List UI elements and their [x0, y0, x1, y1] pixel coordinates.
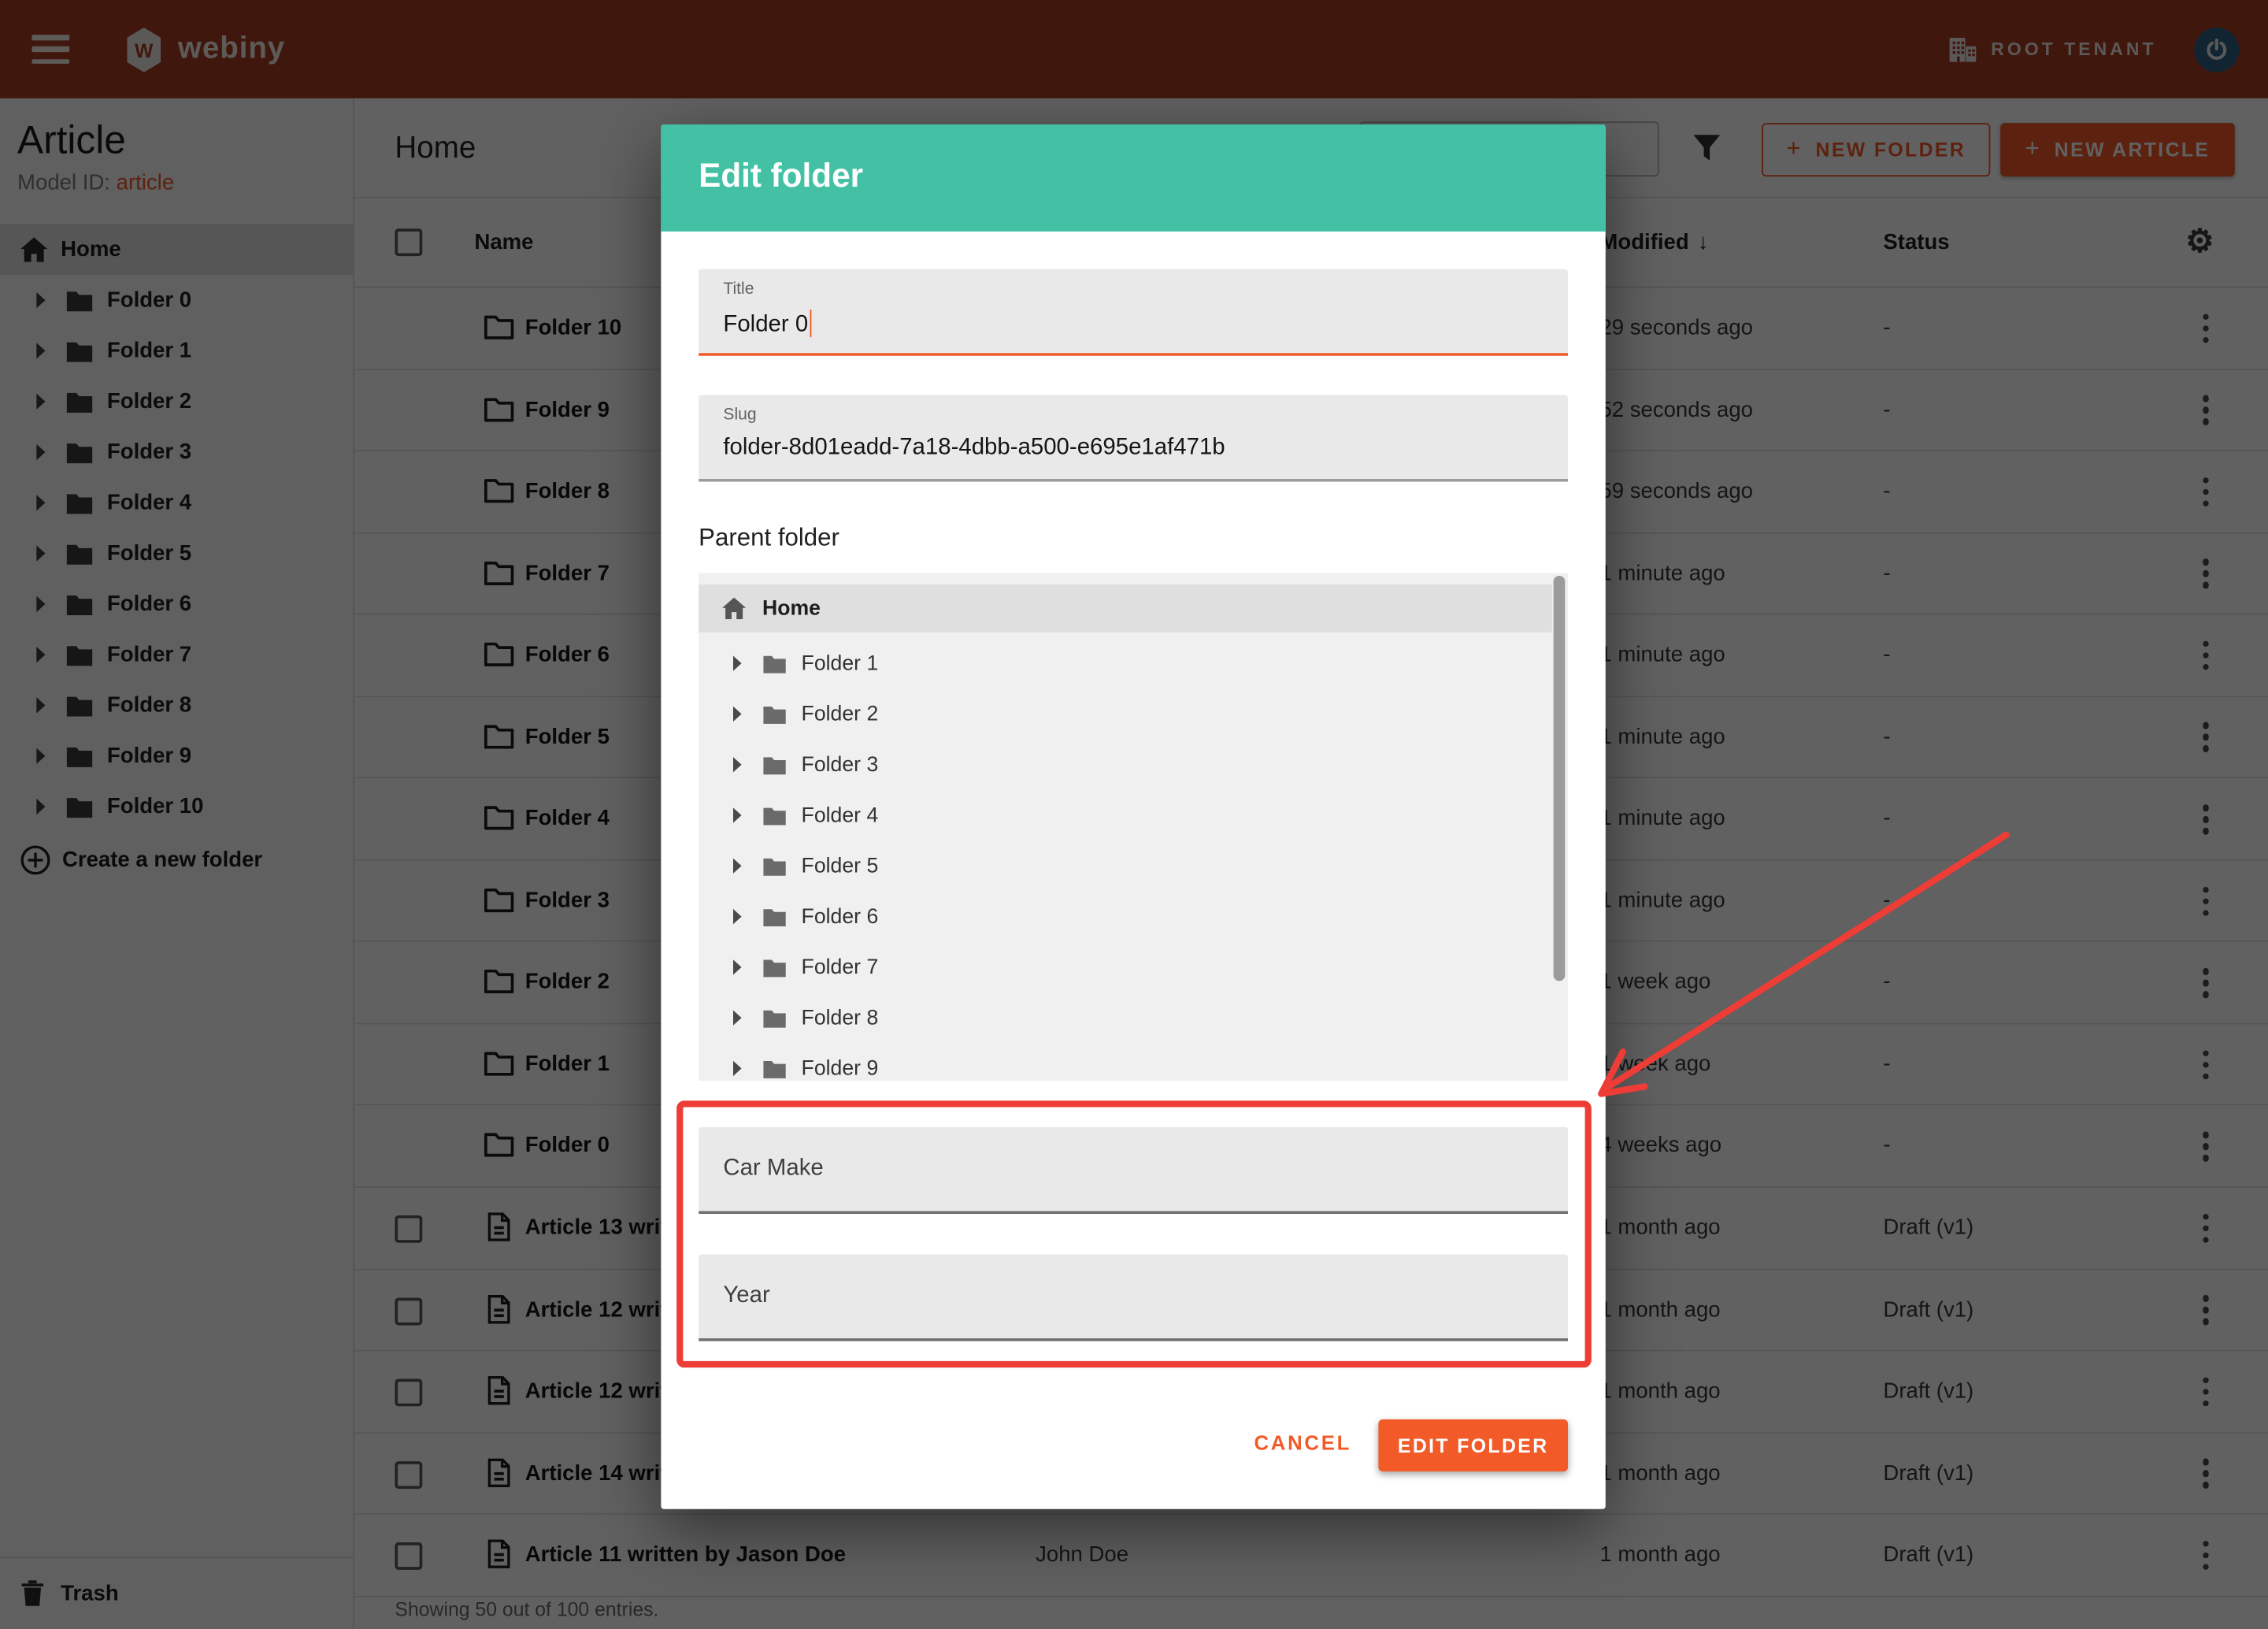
text-cursor — [810, 310, 812, 337]
tree-folder-label: Folder 3 — [802, 753, 879, 776]
folder-icon — [762, 1059, 787, 1079]
tree-item-folder[interactable]: Folder 3 — [699, 740, 1552, 790]
tree-item-folder[interactable]: Folder 2 — [699, 688, 1552, 739]
tree-folder-label: Folder 1 — [802, 651, 879, 674]
tree-folder-label: Folder 7 — [802, 956, 879, 978]
caret-right-icon — [732, 706, 742, 722]
dialog-header: Edit folder — [661, 124, 1605, 232]
tree-folder-label: Folder 4 — [802, 803, 879, 826]
caret-right-icon — [732, 807, 742, 823]
edit-folder-dialog: Edit folder Title Folder 0 Slug folder-8… — [661, 124, 1605, 1509]
folder-icon — [762, 1007, 787, 1028]
title-field-value: Folder 0 — [723, 310, 811, 339]
year-field[interactable]: Year — [699, 1254, 1568, 1341]
folder-icon — [762, 653, 787, 673]
parent-folder-label: Parent folder — [699, 524, 839, 553]
tree-item-folder[interactable]: Folder 1 — [699, 638, 1552, 688]
tree-folder-label: Folder 8 — [802, 1006, 879, 1029]
folder-icon — [762, 855, 787, 876]
caret-right-icon — [732, 1060, 742, 1076]
caret-right-icon — [732, 1010, 742, 1026]
car-make-field-label: Car Make — [723, 1127, 823, 1212]
title-field-label: Title — [723, 280, 754, 298]
caret-right-icon — [732, 655, 742, 671]
home-icon — [722, 598, 747, 620]
caret-right-icon — [732, 908, 742, 924]
parent-folder-tree: Home Folder 1Folder 2Folder 3Folder 4Fol… — [699, 573, 1568, 1081]
tree-folder-label: Folder 6 — [802, 905, 879, 928]
tree-folder-label: Folder 2 — [802, 703, 879, 725]
folder-icon — [762, 957, 787, 978]
dialog-title: Edit folder — [699, 156, 863, 195]
caret-right-icon — [732, 959, 742, 975]
slug-field-value: folder-8d01eadd-7a18-4dbb-a500-e695e1af4… — [723, 436, 1225, 462]
folder-icon — [762, 805, 787, 826]
screenshot-root: W webiny — [0, 0, 2268, 1629]
tree-item-folder[interactable]: Folder 8 — [699, 993, 1552, 1043]
title-field[interactable]: Title Folder 0 — [699, 269, 1568, 356]
caret-right-icon — [732, 757, 742, 773]
stage: W webiny — [0, 0, 2268, 1629]
cancel-button[interactable]: CANCEL — [1254, 1431, 1351, 1454]
tree-item-folder[interactable]: Folder 5 — [699, 840, 1552, 891]
tree-item-folder[interactable]: Folder 6 — [699, 891, 1552, 941]
tree-item-folder[interactable]: Folder 4 — [699, 790, 1552, 840]
folder-icon — [762, 704, 787, 725]
folder-icon — [762, 755, 787, 775]
car-make-field[interactable]: Car Make — [699, 1127, 1568, 1214]
tree-item-home-selected[interactable]: Home — [699, 584, 1552, 633]
slug-field[interactable]: Slug folder-8d01eadd-7a18-4dbb-a500-e695… — [699, 395, 1568, 481]
tree-item-folder[interactable]: Folder 9 — [699, 1043, 1552, 1081]
tree-item-folder[interactable]: Folder 7 — [699, 942, 1552, 993]
tree-folder-list: Folder 1 Folder 2 Folder 3 Folder 4 Folder 5… — [699, 638, 1552, 1081]
tree-home-label: Home — [762, 597, 821, 620]
edit-folder-submit-button[interactable]: EDIT FOLDER — [1378, 1419, 1568, 1471]
caret-right-icon — [732, 858, 742, 874]
tree-scrollbar-thumb[interactable] — [1554, 576, 1566, 981]
slug-field-label: Slug — [723, 406, 756, 424]
tree-folder-label: Folder 9 — [802, 1057, 879, 1080]
folder-icon — [762, 907, 787, 927]
tree-folder-label: Folder 5 — [802, 855, 879, 878]
year-field-label: Year — [723, 1254, 769, 1338]
